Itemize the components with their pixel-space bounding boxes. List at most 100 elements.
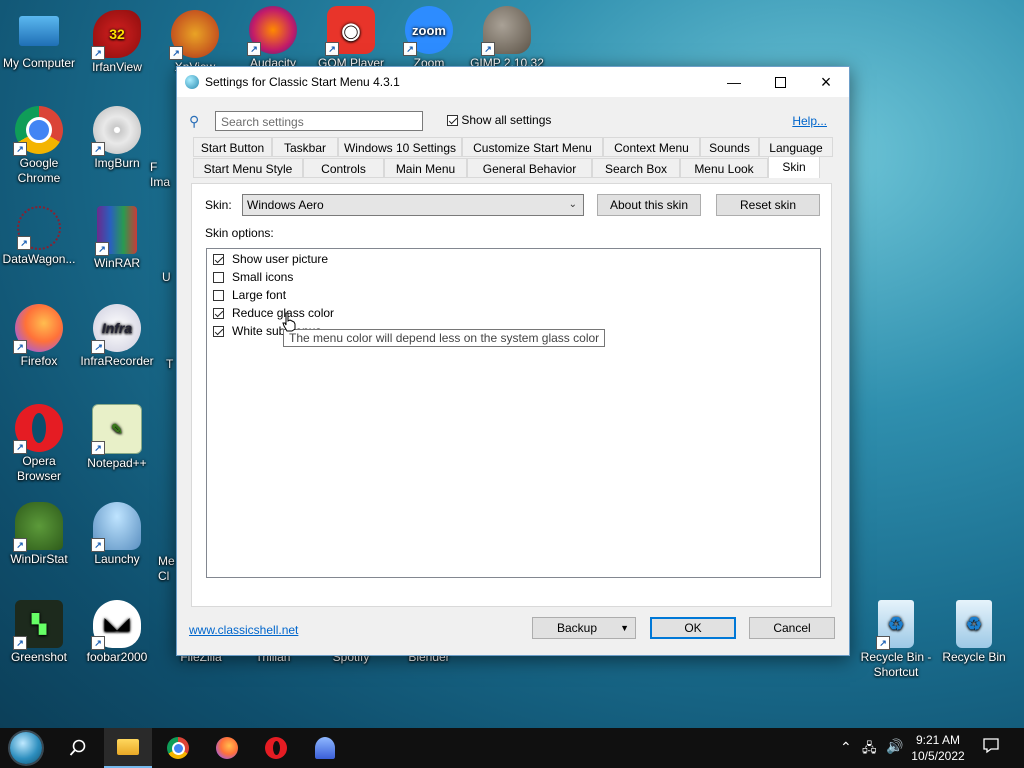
checkbox-icon	[213, 290, 224, 302]
tab-controls[interactable]: Controls	[303, 158, 384, 178]
option-reduce-glass-color[interactable]: Reduce glass color	[213, 306, 334, 320]
search-input[interactable]: Search settings	[215, 111, 423, 131]
desktop-icon-imgburn[interactable]: ↗ ImgBurn	[78, 106, 156, 171]
desktop-icon-label: WinDirStat	[10, 552, 68, 566]
recycle-bin-shortcut-icon: ♻ ↗	[876, 600, 914, 650]
opera-icon: ↗	[13, 404, 63, 454]
option-label: Show user picture	[232, 252, 329, 266]
help-link[interactable]: Help...	[792, 114, 827, 128]
classicshell-link[interactable]: www.classicshell.net	[189, 623, 298, 637]
tab-windows10-settings[interactable]: Windows 10 Settings	[338, 137, 462, 157]
desktop-icon-chrome[interactable]: ↗ Google Chrome	[0, 106, 78, 186]
skin-options-list: Show user picture Small icons Large font…	[206, 248, 821, 578]
desktop-icon-label: F Ima	[150, 160, 171, 189]
show-all-settings-checkbox[interactable]: Show all settings	[447, 113, 551, 127]
desktop-icon-label: My Computer	[2, 56, 76, 70]
gom-player-icon: ◉ ↗	[325, 6, 375, 56]
desktop-icon-foobar2000[interactable]: ◣◢ ↗ foobar2000	[78, 600, 156, 665]
desktop-icon-label: Google Chrome	[17, 156, 61, 185]
option-small-icons[interactable]: Small icons	[213, 270, 293, 284]
search-icon	[69, 739, 86, 756]
imgburn-icon: ↗	[91, 106, 141, 156]
tab-search-box[interactable]: Search Box	[592, 158, 680, 178]
desktop-icon-recycle-bin[interactable]: ♻ Recycle Bin	[935, 600, 1013, 665]
desktop-icon-irfanview[interactable]: 32 ↗ IrfanView	[78, 10, 156, 75]
desktop-icon-zoom[interactable]: zoom ↗ Zoom	[390, 6, 468, 71]
close-icon: ×	[820, 71, 832, 92]
network-icon[interactable]: 🖧	[862, 739, 877, 761]
tab-taskbar[interactable]: Taskbar	[272, 137, 338, 157]
infrarecorder-icon: Infra ↗	[91, 304, 141, 354]
tab-language[interactable]: Language	[759, 137, 833, 157]
irfanview-badge: 32	[109, 25, 125, 42]
option-show-user-picture[interactable]: Show user picture	[213, 252, 328, 266]
desktop-icon-firefox[interactable]: ↗ Firefox	[0, 304, 78, 369]
minimize-button[interactable]: —	[711, 67, 757, 97]
skin-select[interactable]: Windows Aero ⌄	[242, 194, 584, 216]
tab-main-menu[interactable]: Main Menu	[384, 158, 467, 178]
desktop-icon-label: U	[162, 270, 171, 284]
desktop-icon-datawagon[interactable]: ↗ DataWagon...	[0, 206, 78, 267]
winrar-icon: ↗	[95, 206, 137, 256]
tab-menu-look[interactable]: Menu Look	[680, 158, 768, 178]
about-skin-button[interactable]: About this skin	[597, 194, 701, 216]
backup-button[interactable]: Backup ▼	[532, 617, 636, 639]
gimp-icon: ↗	[481, 6, 531, 56]
option-large-font[interactable]: Large font	[213, 288, 286, 302]
infra-text: Infra	[101, 319, 133, 336]
desktop-icon-label: Recycle Bin - Shortcut	[860, 650, 932, 679]
ok-button[interactable]: OK	[650, 617, 736, 639]
close-button[interactable]: ×	[803, 67, 849, 97]
tab-skin[interactable]: Skin	[768, 156, 820, 178]
desktop-icon-winrar[interactable]: ↗ WinRAR	[78, 206, 156, 271]
checkbox-icon	[213, 272, 224, 284]
skin-value: Windows Aero	[247, 198, 324, 212]
dialog-title: Settings for Classic Start Menu 4.3.1	[205, 75, 400, 89]
desktop-icon-notepadpp[interactable]: ✎ ↗ Notepad++	[78, 404, 156, 471]
desktop-icon-opera[interactable]: ↗ Opera Browser	[0, 404, 78, 484]
desktop-icon-my-computer[interactable]: My Computer	[0, 10, 78, 71]
notifications-icon[interactable]	[982, 736, 1000, 757]
desktop-icon-recycle-shortcut[interactable]: ♻ ↗ Recycle Bin - Shortcut	[857, 600, 935, 680]
desktop-icon-label: foobar2000	[86, 650, 148, 664]
desktop-icon-label: Me Cl	[158, 554, 175, 583]
volume-icon[interactable]: 🔊	[886, 738, 903, 755]
clock[interactable]: 9:21 AM 10/5/2022	[906, 732, 970, 764]
desktop-icon-audacity[interactable]: ↗ Audacity	[234, 6, 312, 71]
tab-start-menu-style[interactable]: Start Menu Style	[193, 158, 303, 178]
desktop-icon-greenshot[interactable]: ▚ ↗ Greenshot	[0, 600, 78, 665]
taskbar-opera[interactable]	[252, 728, 300, 768]
taskbar-firefox[interactable]	[203, 728, 251, 768]
desktop-icon-label: WinRAR	[93, 256, 140, 270]
desktop-icon-label: Firefox	[20, 354, 58, 368]
search-button[interactable]	[54, 728, 102, 768]
desktop-icon-gimp[interactable]: ↗ GIMP 2.10.32	[468, 6, 546, 71]
reset-skin-button[interactable]: Reset skin	[716, 194, 820, 216]
start-button[interactable]	[2, 728, 50, 768]
chevron-down-icon: ⌄	[568, 199, 577, 210]
taskbar-file-explorer[interactable]	[104, 728, 152, 768]
desktop-icon-label: Launchy	[94, 552, 140, 566]
taskbar-chrome[interactable]	[154, 728, 202, 768]
recycle-bin-icon: ♻	[956, 600, 992, 648]
taskbar-classic-shell[interactable]	[301, 728, 349, 768]
desktop-icon-label: ImgBurn	[94, 156, 140, 170]
tray-chevron-up-icon[interactable]: ⌃	[840, 739, 852, 756]
desktop-icon-gom-player[interactable]: ◉ ↗ GOM Player	[312, 6, 390, 71]
opera-icon	[265, 737, 287, 759]
skin-label: Skin:	[205, 198, 232, 212]
desktop-icon-infrarecorder[interactable]: Infra ↗ InfraRecorder	[78, 304, 156, 369]
maximize-icon	[774, 76, 786, 88]
cancel-button[interactable]: Cancel	[749, 617, 835, 639]
tab-customize-start-menu[interactable]: Customize Start Menu	[462, 137, 603, 157]
title-bar[interactable]: Settings for Classic Start Menu 4.3.1 — …	[177, 67, 849, 97]
desktop-icon-windirstat[interactable]: ↗ WinDirStat	[0, 502, 78, 567]
shell-icon	[315, 737, 335, 759]
tab-sounds[interactable]: Sounds	[700, 137, 759, 157]
maximize-button[interactable]	[757, 67, 803, 97]
tab-context-menu[interactable]: Context Menu	[603, 137, 700, 157]
tab-general-behavior[interactable]: General Behavior	[467, 158, 592, 178]
foobar2000-icon: ◣◢ ↗	[91, 600, 141, 650]
desktop-icon-launchy[interactable]: ↗ Launchy	[78, 502, 156, 567]
tab-start-button[interactable]: Start Button	[193, 137, 272, 157]
